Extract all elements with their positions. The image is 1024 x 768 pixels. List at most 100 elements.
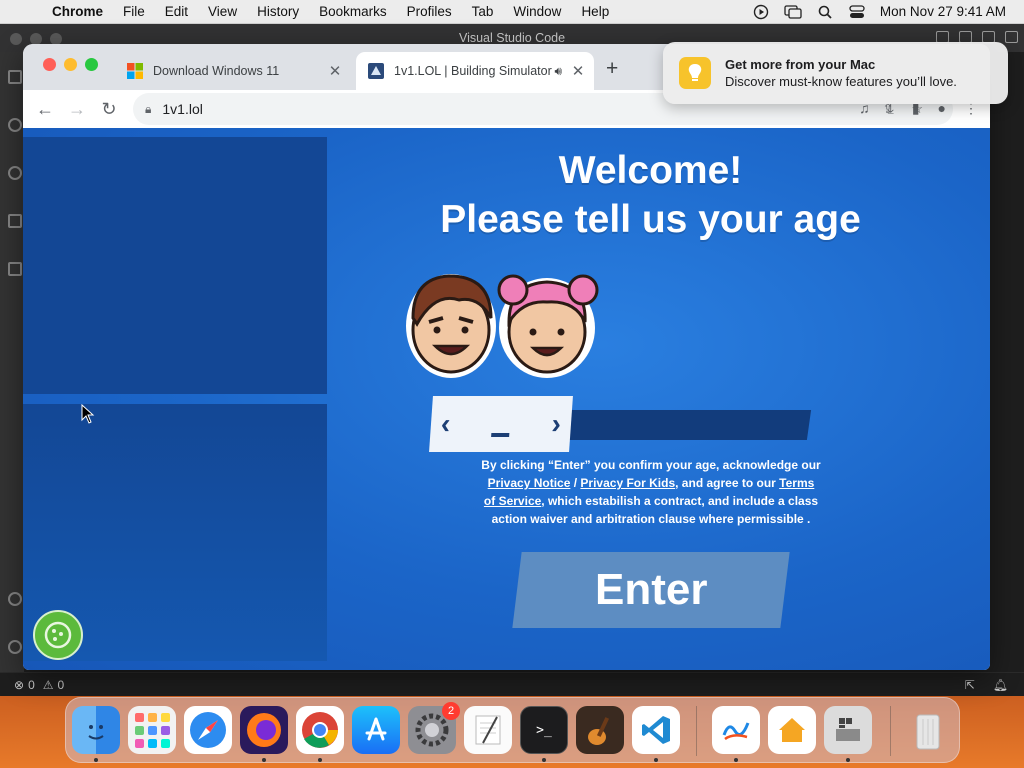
- garageband-icon[interactable]: [576, 706, 624, 754]
- cookie-settings-button[interactable]: [33, 610, 83, 660]
- menu-file[interactable]: File: [113, 4, 155, 19]
- 1v1lol-favicon: [368, 63, 384, 79]
- run-debug-icon[interactable]: [8, 214, 22, 228]
- vscode-close-button[interactable]: [10, 33, 22, 45]
- notifications-bell-icon[interactable]: 🔔︎: [993, 678, 1008, 692]
- customize-layout-icon[interactable]: [1005, 31, 1018, 43]
- live-share-icon[interactable]: ⇱: [965, 678, 975, 692]
- menu-edit[interactable]: Edit: [155, 4, 198, 19]
- settings-badge: 2: [442, 702, 460, 720]
- boy-avatar-icon: [406, 274, 496, 378]
- age-selector[interactable]: ‹ ›: [429, 396, 573, 452]
- consent-slash: /: [573, 476, 578, 490]
- tab-close-icon[interactable]: ✕: [568, 62, 588, 80]
- control-center-icon[interactable]: [848, 4, 866, 19]
- menu-history[interactable]: History: [247, 4, 309, 19]
- speaker-icon[interactable]: 🔊︎: [554, 64, 562, 79]
- consent-text: By clicking “Enter” you confirm your age…: [481, 456, 821, 528]
- tab-download-windows[interactable]: Download Windows 11 ✕: [115, 52, 351, 90]
- accounts-icon[interactable]: [8, 592, 22, 606]
- boot-camp-assistant-icon[interactable]: [824, 706, 872, 754]
- finder-icon[interactable]: [72, 706, 120, 754]
- explorer-icon[interactable]: [8, 70, 22, 84]
- vscode-icon[interactable]: [632, 706, 680, 754]
- lock-icon[interactable]: 🔒︎: [145, 102, 151, 117]
- reload-icon[interactable]: ↻: [93, 99, 125, 120]
- app-store-icon[interactable]: [352, 706, 400, 754]
- dock-separator: [696, 706, 697, 756]
- avatar-characters: [406, 274, 599, 378]
- manage-gear-icon[interactable]: [8, 640, 22, 654]
- cookie-icon: [44, 621, 72, 649]
- freeform-icon[interactable]: [712, 706, 760, 754]
- enter-button-label: Enter: [594, 565, 708, 614]
- terminal-running-dot: [542, 758, 546, 762]
- age-prompt: Please tell us your age: [440, 198, 861, 241]
- mouse-pointer-icon: [81, 404, 95, 424]
- error-icon: ⊗: [14, 677, 25, 692]
- privacy-notice-link[interactable]: Privacy Notice: [488, 476, 571, 490]
- new-tab-plus-icon[interactable]: +: [606, 57, 618, 81]
- game-page: Welcome! Please tell us your age ‹ › By …: [23, 128, 990, 670]
- home-icon[interactable]: [768, 706, 816, 754]
- firefox-running-dot: [262, 758, 266, 762]
- chrome-zoom-button[interactable]: [85, 58, 98, 71]
- tips-lightbulb-icon: [679, 57, 711, 89]
- age-value[interactable]: [491, 433, 510, 437]
- welcome-title: Welcome!: [558, 149, 743, 192]
- consent-part1: By clicking “Enter” you confirm your age…: [481, 458, 821, 472]
- tab-close-icon[interactable]: ✕: [325, 62, 345, 80]
- menu-profiles[interactable]: Profiles: [397, 4, 462, 19]
- tab-title: 1v1.LOL | Building Simulator: [394, 64, 552, 78]
- dock-separator: [890, 706, 891, 756]
- menu-tab[interactable]: Tab: [462, 4, 504, 19]
- safari-icon[interactable]: [184, 706, 232, 754]
- extensions-icon[interactable]: [8, 262, 22, 276]
- vscode-title: Visual Studio Code: [458, 31, 566, 45]
- dock: 2 >_: [65, 697, 960, 763]
- problems-status[interactable]: ⊗ 0 ⚠ 0: [14, 678, 64, 692]
- warning-icon: ⚠: [42, 677, 54, 692]
- back-arrow-icon[interactable]: ←: [29, 99, 61, 120]
- chrome-window-controls: [43, 58, 98, 71]
- enter-button[interactable]: Enter: [512, 552, 790, 628]
- ad-panel-top: [23, 137, 327, 394]
- chrome-window: Download Windows 11 ✕ 1v1.LOL | Building…: [23, 44, 990, 670]
- age-increase-chevron-right-icon[interactable]: ›: [551, 408, 562, 440]
- textedit-icon[interactable]: [464, 706, 512, 754]
- menu-bar: Chrome File Edit View History Bookmarks …: [0, 0, 1024, 24]
- menu-clock[interactable]: Mon Nov 27 9:41 AM: [880, 4, 1006, 19]
- screen-mirroring-icon[interactable]: [784, 4, 802, 19]
- launchpad-icon[interactable]: [128, 706, 176, 754]
- address-text: 1v1.lol: [162, 101, 203, 117]
- boot-camp-running-dot: [846, 758, 850, 762]
- menu-window[interactable]: Window: [503, 4, 571, 19]
- windows-logo-icon: [127, 63, 143, 79]
- source-control-icon[interactable]: [8, 166, 22, 180]
- age-decrease-chevron-left-icon[interactable]: ‹: [440, 408, 451, 440]
- forward-arrow-icon[interactable]: →: [61, 99, 93, 120]
- consent-part3: , which estabilish a contract, and inclu…: [491, 494, 819, 526]
- search-icon[interactable]: [8, 118, 22, 132]
- consent-part2: , and agree to our: [675, 476, 776, 490]
- freeform-running-dot: [734, 758, 738, 762]
- spotlight-search-icon[interactable]: [816, 5, 834, 19]
- menu-help[interactable]: Help: [571, 4, 619, 19]
- menu-app-chrome[interactable]: Chrome: [42, 4, 113, 19]
- google-chrome-icon[interactable]: [296, 706, 344, 754]
- privacy-for-kids-link[interactable]: Privacy For Kids: [580, 476, 675, 490]
- chrome-running-dot: [318, 758, 322, 762]
- play-status-icon[interactable]: [752, 4, 770, 19]
- trash-icon[interactable]: [904, 706, 952, 754]
- terminal-icon[interactable]: >_: [520, 706, 568, 754]
- menu-view[interactable]: View: [198, 4, 247, 19]
- tab-1v1lol[interactable]: 1v1.LOL | Building Simulator 🔊︎ ✕: [356, 52, 594, 90]
- menu-bookmarks[interactable]: Bookmarks: [309, 4, 397, 19]
- chrome-close-button[interactable]: [43, 58, 56, 71]
- tab-title: Download Windows 11: [153, 64, 280, 78]
- age-input-bar: [564, 410, 812, 440]
- chrome-minimize-button[interactable]: [64, 58, 77, 71]
- notification-title: Get more from your Mac: [725, 57, 876, 72]
- firefox-icon[interactable]: [240, 706, 288, 754]
- macos-notification[interactable]: Get more from your Mac Discover must-kno…: [663, 42, 1008, 104]
